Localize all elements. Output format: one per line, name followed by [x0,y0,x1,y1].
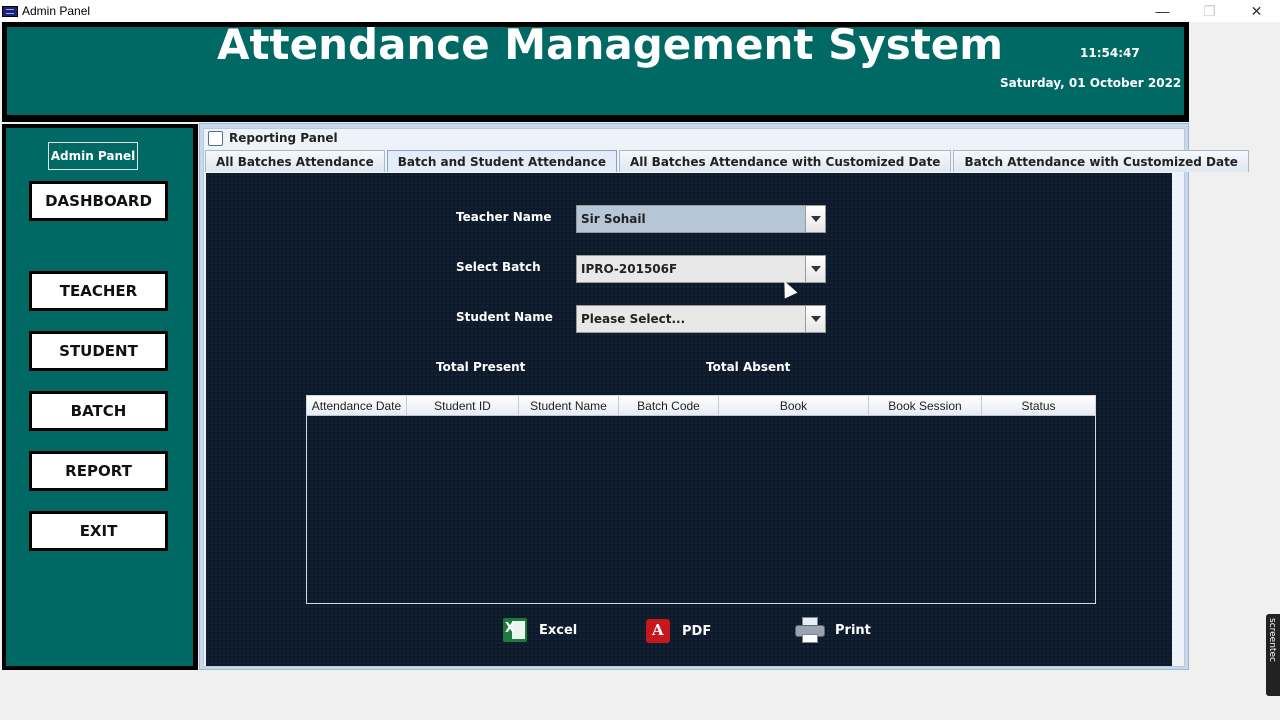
app-icon [2,5,18,17]
chevron-down-icon[interactable] [805,306,825,332]
student-name-select[interactable]: Please Select... [576,305,826,333]
close-button[interactable]: ✕ [1233,0,1280,22]
teacher-button[interactable]: TEACHER [29,271,168,311]
report-button[interactable]: REPORT [29,451,168,491]
window-titlebar: Admin Panel — ❐ ✕ [0,0,1280,22]
screentec-watermark: screentec [1266,614,1280,696]
excel-icon [503,618,527,642]
minimize-button[interactable]: — [1139,0,1186,22]
admin-panel-tag: Admin Panel [48,142,138,170]
select-batch-label: Select Batch [456,260,541,274]
column-book[interactable]: Book [719,396,869,415]
teacher-name-label: Teacher Name [456,210,552,224]
chevron-down-icon[interactable] [805,206,825,232]
window-controls: — ❐ ✕ [1139,0,1280,22]
teacher-name-value: Sir Sohail [581,212,646,226]
dashboard-button[interactable]: DASHBOARD [29,181,168,221]
tab-all-batches-attendance[interactable]: All Batches Attendance [205,150,385,172]
column-student-id[interactable]: Student ID [407,396,519,415]
print-button[interactable]: Print [795,617,871,643]
attendance-table[interactable]: Attendance Date Student ID Student Name … [306,395,1096,604]
column-student-name[interactable]: Student Name [519,396,619,415]
student-name-value: Please Select... [581,312,686,326]
current-date: Saturday, 01 October 2022 [1000,76,1182,90]
chevron-down-icon[interactable] [805,256,825,282]
maximize-button[interactable]: ❐ [1186,0,1233,22]
table-header: Attendance Date Student ID Student Name … [307,396,1095,416]
reporting-panel-header: Reporting Panel [208,129,338,147]
excel-label: Excel [539,622,578,638]
batch-button[interactable]: BATCH [29,391,168,431]
column-attendance-date[interactable]: Attendance Date [307,396,407,415]
clock-time: 11:54:47 [1080,46,1140,60]
panel-checkbox[interactable] [208,130,223,146]
student-button[interactable]: STUDENT [29,331,168,371]
column-status[interactable]: Status [982,396,1095,415]
tab-batch-customized-date[interactable]: Batch Attendance with Customized Date [953,150,1249,172]
pdf-label: PDF [682,623,712,639]
report-tabs: All Batches Attendance Batch and Student… [205,150,1251,172]
student-name-label: Student Name [456,310,553,324]
exit-button[interactable]: EXIT [29,511,168,551]
pdf-icon [646,619,670,643]
tab-all-batches-customized-date[interactable]: All Batches Attendance with Customized D… [618,150,952,172]
excel-export-button[interactable]: Excel [503,618,577,642]
app-title: Attendance Management System [216,20,1004,69]
watermark-text: screentec [1267,618,1277,662]
teacher-name-select[interactable]: Sir Sohail [576,205,826,233]
print-label: Print [835,622,871,638]
tab-batch-and-student-attendance[interactable]: Batch and Student Attendance [386,150,617,172]
batch-value: IPRO-201506F [581,262,678,276]
total-present-label: Total Present [436,360,526,374]
column-batch-code[interactable]: Batch Code [619,396,719,415]
pdf-export-button[interactable]: PDF [646,619,711,643]
column-book-session[interactable]: Book Session [869,396,982,415]
printer-icon [795,617,825,643]
panel-title: Reporting Panel [229,131,338,145]
window-title: Admin Panel [22,4,91,18]
total-absent-label: Total Absent [706,360,791,374]
